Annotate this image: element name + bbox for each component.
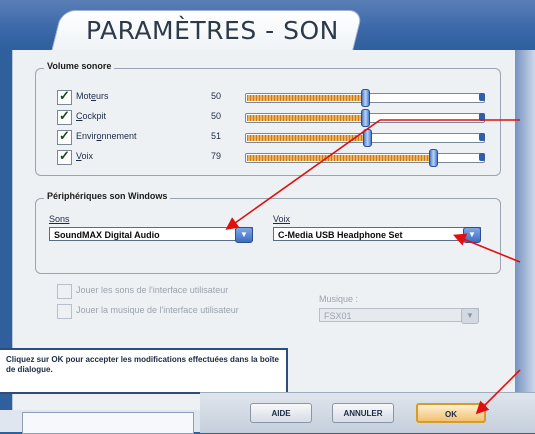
slider-fill — [247, 155, 433, 161]
slider-fill — [247, 115, 365, 121]
music-value: FSX01 — [324, 311, 352, 321]
slider-thumb[interactable] — [429, 149, 438, 167]
volume-label: Cockpit — [76, 111, 107, 121]
voice-label: Voix — [273, 214, 291, 224]
slider-fill — [247, 95, 365, 101]
bottom-frame — [0, 410, 200, 434]
ok-button[interactable]: OK — [416, 403, 486, 423]
volume-value: 79 — [211, 151, 222, 161]
checkmark-icon: ✓ — [59, 108, 70, 123]
volume-checkbox[interactable]: ✓ — [57, 108, 72, 125]
music-label: Musique : — [319, 294, 359, 304]
sounds-label: Sons — [49, 214, 70, 224]
slider-end-cap — [479, 113, 485, 121]
slider-end-cap — [479, 153, 485, 161]
voice-dropdown[interactable]: C-Media USB Headphone Set ▼ — [273, 227, 481, 243]
volume-checkbox[interactable]: ✓ — [57, 88, 72, 105]
ui-music-checkbox[interactable] — [57, 304, 72, 319]
volume-label: Environnement — [76, 131, 137, 141]
info-box: Cliquez sur OK pour accepter les modific… — [0, 348, 288, 394]
button-bar: AIDE ANNULER OK — [200, 392, 535, 433]
volume-group-title: Volume sonore — [44, 61, 115, 71]
slider-end-cap — [479, 133, 485, 141]
window-title: PARAMÈTRES - SON — [86, 16, 339, 45]
cancel-button[interactable]: ANNULER — [332, 403, 394, 423]
right-frame — [514, 50, 535, 432]
help-button[interactable]: AIDE — [250, 403, 312, 423]
ui-sounds-checkbox[interactable] — [57, 284, 72, 299]
music-dropdown[interactable]: FSX01 ▼ — [319, 308, 479, 324]
checkmark-icon: ✓ — [59, 128, 70, 143]
ui-music-label: Jouer la musique de l'interface utilisat… — [76, 305, 239, 315]
sounds-dropdown[interactable]: SoundMAX Digital Audio ▼ — [49, 227, 253, 243]
checkmark-icon: ✓ — [59, 88, 70, 103]
ui-sounds-label: Jouer les sons de l'interface utilisateu… — [76, 285, 229, 295]
slider-thumb[interactable] — [361, 109, 370, 127]
devices-group-title: Périphériques son Windows — [44, 191, 171, 201]
volume-label: Voix — [76, 151, 94, 161]
sounds-value: SoundMAX Digital Audio — [54, 230, 160, 240]
volume-checkbox[interactable]: ✓ — [57, 148, 72, 165]
slider-fill — [247, 135, 367, 141]
slider-thumb[interactable] — [361, 89, 370, 107]
volume-slider[interactable] — [245, 109, 485, 127]
slider-end-cap — [479, 93, 485, 101]
chevron-down-icon[interactable]: ▼ — [235, 227, 253, 243]
volume-slider[interactable] — [245, 89, 485, 107]
checkmark-icon: ✓ — [59, 148, 70, 163]
volume-value: 50 — [211, 91, 222, 101]
chevron-down-icon[interactable]: ▼ — [463, 227, 481, 243]
volume-value: 51 — [211, 131, 222, 141]
volume-label: Moteurs — [76, 91, 109, 101]
chevron-down-icon[interactable]: ▼ — [461, 308, 479, 324]
volume-value: 50 — [211, 111, 222, 121]
volume-slider[interactable] — [245, 149, 485, 167]
voice-value: C-Media USB Headphone Set — [278, 230, 403, 240]
volume-checkbox[interactable]: ✓ — [57, 128, 72, 145]
slider-thumb[interactable] — [363, 129, 372, 147]
volume-slider[interactable] — [245, 129, 485, 147]
